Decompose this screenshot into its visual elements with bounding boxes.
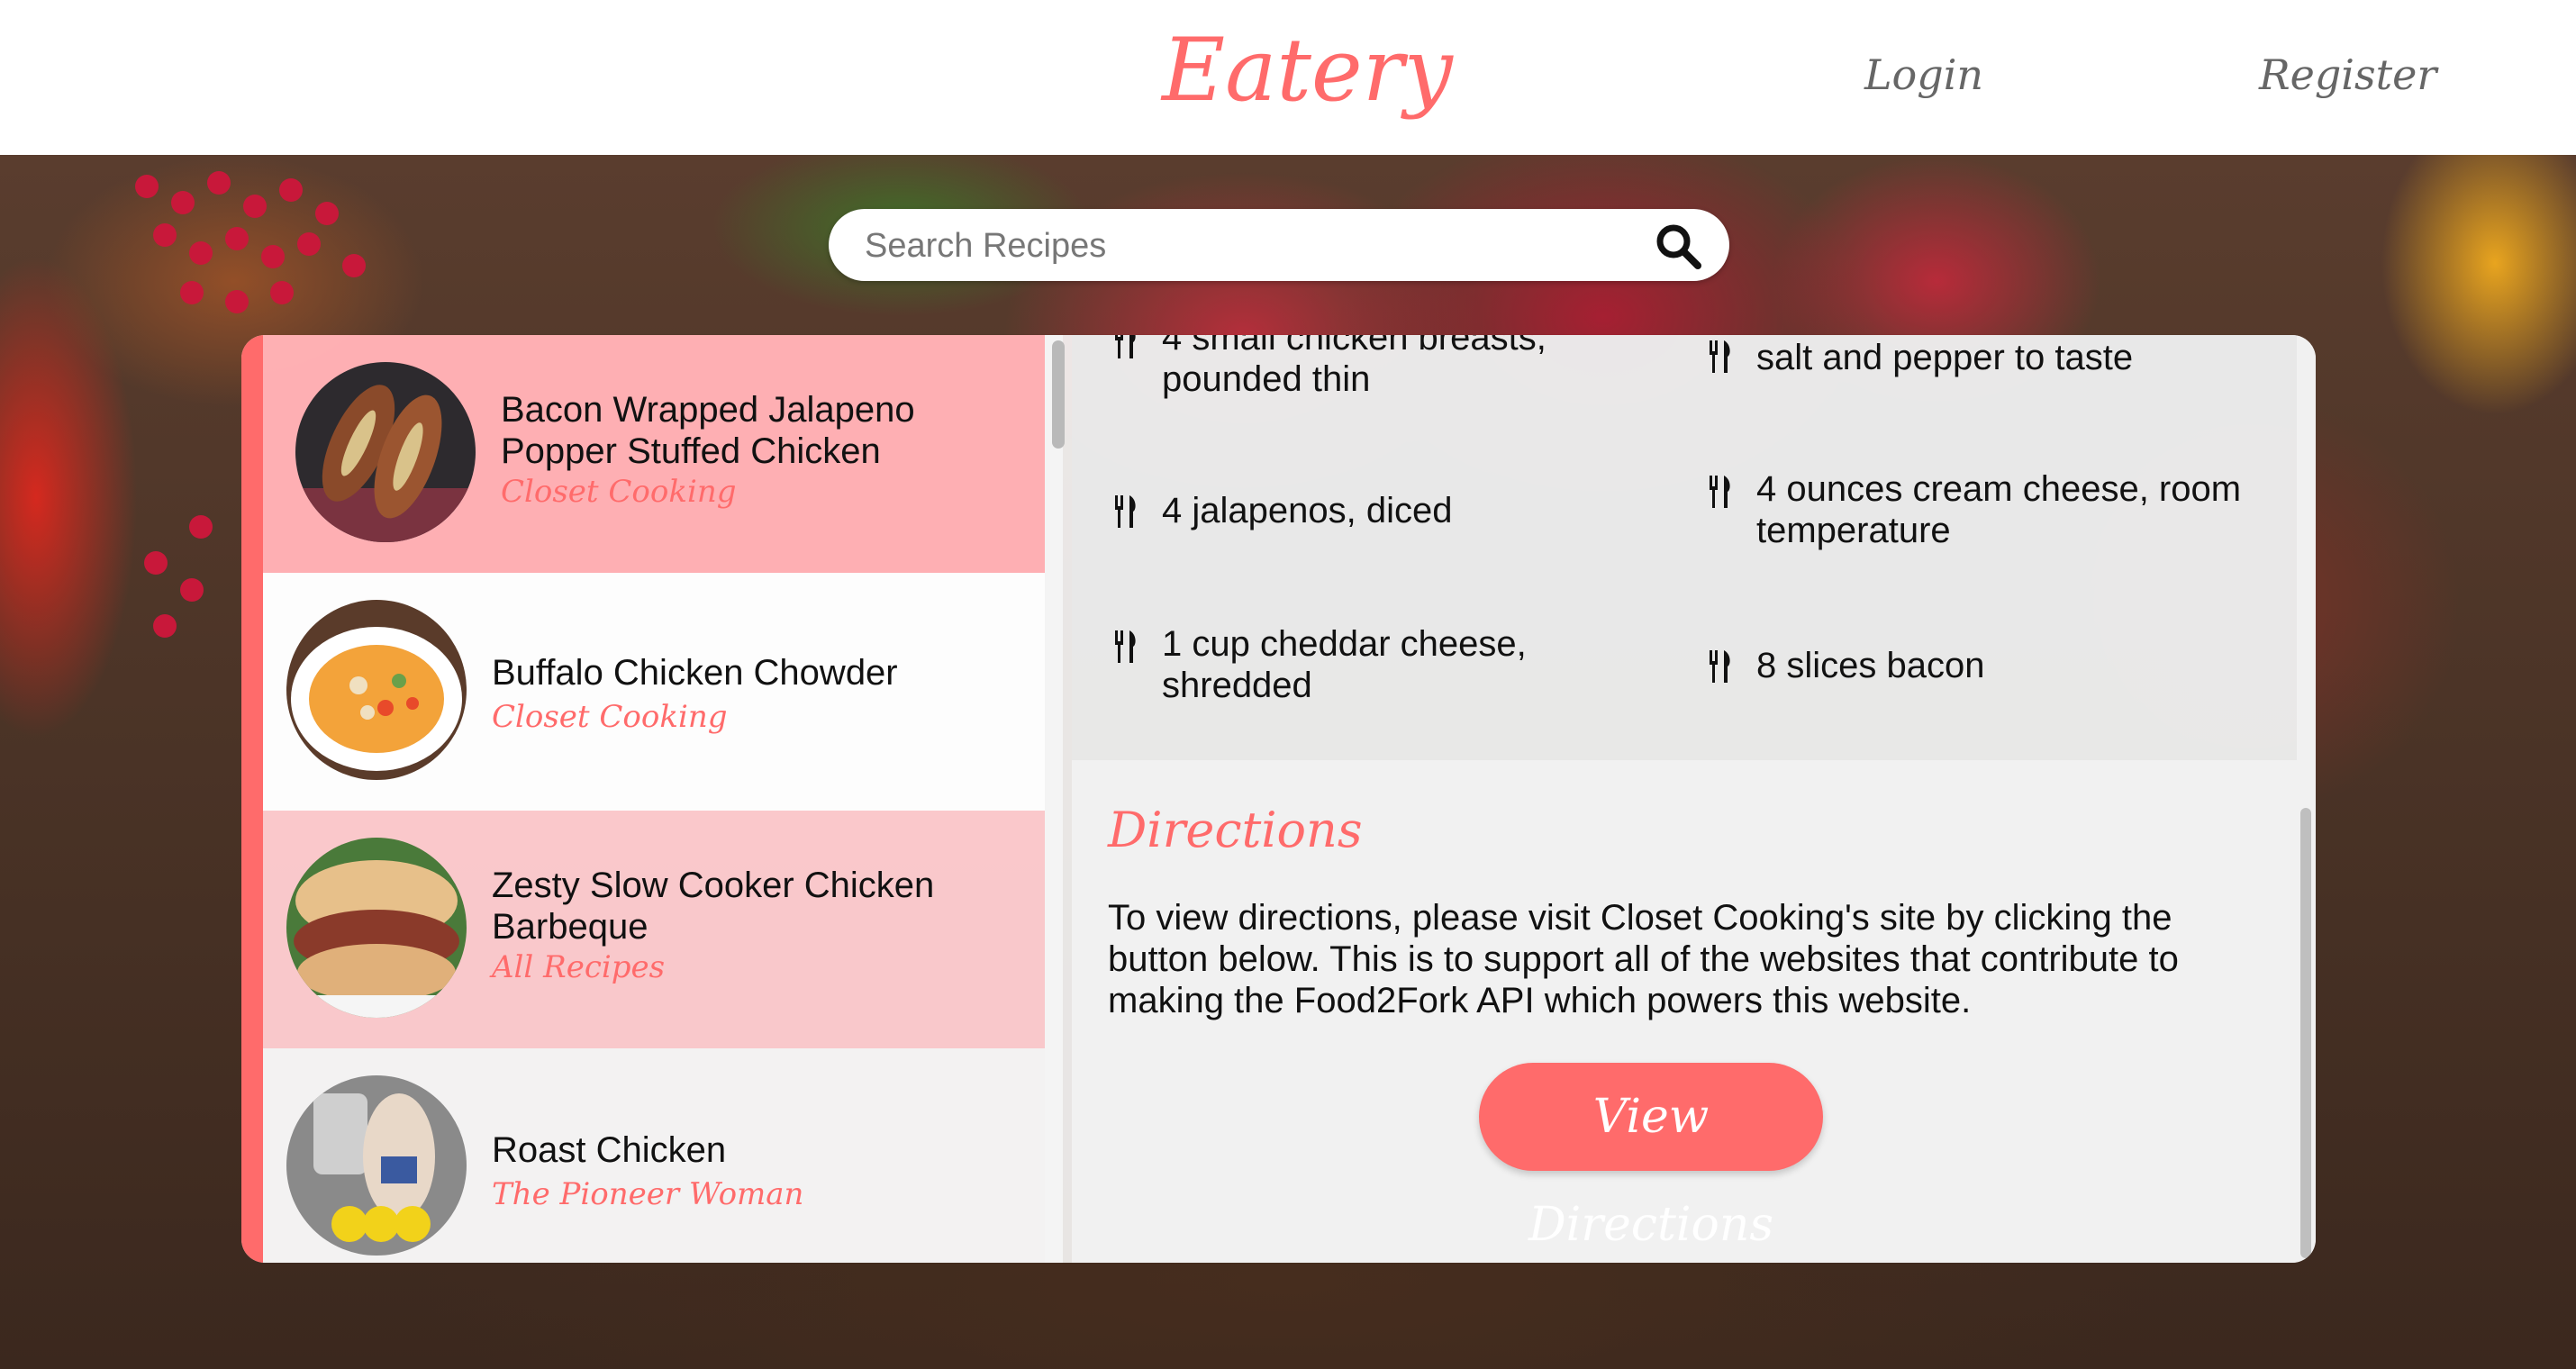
ingredient-item: 4 small chicken breasts, pounded thin <box>1162 335 1547 399</box>
login-link[interactable]: Login <box>1864 43 1983 106</box>
utensils-icon <box>1115 335 1136 358</box>
recipe-source: The Pioneer Woman <box>492 1176 804 1212</box>
ingredient-item: salt and pepper to taste <box>1756 338 2134 377</box>
recipe-list-scrollbar[interactable] <box>1045 335 1063 1263</box>
recipe-title: Roast Chicken <box>492 1130 727 1170</box>
recipe-panel: Bacon Wrapped Jalapeno Popper Stuffed Ch… <box>241 335 2316 1263</box>
ingredients-list: 4 small chicken breasts, pounded thin sa… <box>1072 335 2297 760</box>
directions-section: Directions To view directions, please vi… <box>1072 760 2297 1263</box>
ingredient-item: 1 cup cheddar cheese, shredded <box>1162 624 1527 705</box>
utensils-icon <box>1710 476 1730 508</box>
top-header: Eatery Login Register <box>0 0 2576 155</box>
recipe-list-item[interactable]: Roast Chicken The Pioneer Woman <box>263 1048 1045 1263</box>
recipe-thumbnail <box>295 362 476 542</box>
recipe-list-item[interactable]: Buffalo Chicken Chowder Closet Cooking <box>263 573 1045 811</box>
search-icon[interactable] <box>1654 222 1702 270</box>
search-bar <box>829 209 1729 283</box>
directions-text: To view directions, please visit Closet … <box>1108 898 2179 1020</box>
recipe-list-item[interactable]: Zesty Slow Cooker Chicken Barbeque All R… <box>263 811 1045 1048</box>
utensils-icon <box>1710 340 1730 373</box>
recipe-thumbnail <box>286 600 467 780</box>
recipe-list-item[interactable]: Bacon Wrapped Jalapeno Popper Stuffed Ch… <box>263 335 1045 573</box>
ingredient-item: 8 slices bacon <box>1756 646 1985 685</box>
view-directions-button[interactable]: View Directions <box>1479 1063 1823 1252</box>
recipe-list: Bacon Wrapped Jalapeno Popper Stuffed Ch… <box>241 335 1045 1263</box>
recipe-list-scrollbar-thumb[interactable] <box>1052 340 1065 449</box>
utensils-icon <box>1115 495 1136 528</box>
recipe-source: Closet Cooking <box>492 699 728 735</box>
ingredient-item: 4 jalapenos, diced <box>1162 491 1453 530</box>
recipe-source: All Recipes <box>492 949 666 985</box>
register-link[interactable]: Register <box>2259 43 2436 106</box>
recipe-source: Closet Cooking <box>501 474 737 510</box>
recipe-title: Zesty Slow Cooker Chicken Barbeque <box>492 866 935 947</box>
search-input[interactable] <box>863 209 1641 283</box>
recipe-title: Bacon Wrapped Jalapeno Popper Stuffed Ch… <box>501 390 915 471</box>
utensils-icon <box>1115 630 1136 663</box>
recipe-title: Buffalo Chicken Chowder <box>492 653 898 693</box>
recipe-detail: 4 small chicken breasts, pounded thin sa… <box>1072 335 2297 1263</box>
recipe-thumbnail <box>286 838 467 1018</box>
recipe-thumbnail <box>286 1075 467 1256</box>
utensils-icon <box>1710 650 1730 683</box>
directions-heading: Directions <box>1108 802 1363 858</box>
detail-scrollbar-thumb[interactable] <box>2300 808 2311 1258</box>
ingredient-item: 4 ounces cream cheese, room temperature <box>1756 469 2242 550</box>
brand-logo[interactable]: Eatery <box>1162 16 1453 124</box>
